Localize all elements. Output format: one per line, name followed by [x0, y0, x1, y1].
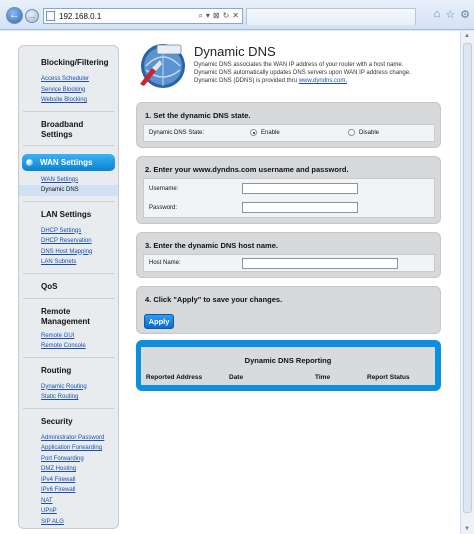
sidebar-link-port-forwarding[interactable]: Port Forwarding: [19, 454, 118, 465]
forward-icon[interactable]: →: [25, 9, 39, 23]
step1-panel: 1. Set the dynamic DNS state. Dynamic DN…: [136, 102, 441, 148]
section-title-wan: WAN Settings: [40, 157, 93, 167]
ddns-reporting-panel: Dynamic DNS Reporting Reported Address D…: [136, 340, 441, 391]
divider: [23, 356, 114, 358]
sidebar-link-upnp[interactable]: UPnP: [19, 506, 118, 517]
column-reported-address: Reported Address: [146, 374, 203, 381]
divider: [23, 110, 114, 112]
divider: [23, 200, 114, 202]
description-line: Dynamic DNS associates the WAN IP addres…: [194, 62, 404, 68]
address-bar[interactable]: 192.168.0.1 ⌕ ▾ ⊠ ↻ ✕: [43, 8, 243, 24]
column-date: Date: [229, 374, 244, 381]
password-input[interactable]: [242, 202, 358, 213]
divider: [23, 272, 114, 274]
enable-radio[interactable]: [250, 129, 257, 136]
section-title-broadband[interactable]: Broadband Settings: [19, 120, 89, 140]
sidebar-link-dhcp-settings[interactable]: DHCP Settings: [19, 226, 118, 237]
username-input[interactable]: [242, 183, 358, 194]
browser-toolbar: ← → 192.168.0.1 ⌕ ▾ ⊠ ↻ ✕ ⌂ ☆ ⚙: [0, 0, 474, 30]
sidebar-link-ipv6-firewall[interactable]: IPv6 Firewall: [19, 485, 118, 496]
stop-icon[interactable]: ✕: [232, 11, 239, 21]
description-line: Dynamic DNS automatically updates DNS se…: [194, 70, 411, 76]
dynamic-dns-logo-icon: [140, 44, 185, 88]
divider: [23, 407, 114, 409]
address-url[interactable]: 192.168.0.1: [59, 12, 198, 21]
step3-panel: 3. Enter the dynamic DNS host name. Host…: [136, 232, 441, 278]
section-title-blocking: Blocking/Filtering: [41, 58, 109, 67]
sidebar-link-nat[interactable]: NAT: [19, 496, 118, 507]
bullet-icon: [26, 158, 33, 166]
password-label: Password:: [149, 205, 178, 211]
step2-panel: 2. Enter your www.dyndns.com username an…: [136, 156, 441, 224]
dyndns-link[interactable]: www.dyndns.com.: [299, 78, 347, 84]
column-time: Time: [315, 374, 331, 381]
ddns-state-label: Dynamic DNS State:: [149, 130, 205, 136]
enable-label[interactable]: Enable: [261, 130, 280, 136]
search-icon[interactable]: ⌕: [198, 11, 202, 21]
apply-button[interactable]: Apply: [144, 314, 174, 329]
sidebar-link-access-scheduler[interactable]: Access Scheduler: [19, 74, 118, 85]
sidebar-link-sip-alg[interactable]: SIP ALG: [19, 517, 118, 528]
description-text: Dynamic DNS (DDNS) is provided thru: [194, 78, 299, 84]
section-wan-active[interactable]: WAN Settings: [22, 153, 115, 171]
host-name-row: Host Name:: [143, 254, 435, 272]
step3-title: 3. Enter the dynamic DNS host name.: [145, 241, 278, 250]
sidebar-link-service-blocking[interactable]: Service Blocking: [19, 85, 118, 96]
section-title-remote[interactable]: Remote Management: [19, 307, 95, 327]
ddns-state-row: Dynamic DNS State: Enable Disable: [143, 124, 435, 142]
page-description: Dynamic DNS associates the WAN IP addres…: [194, 61, 424, 85]
disable-radio[interactable]: [348, 129, 355, 136]
sidebar-link-admin-password[interactable]: Administrator Password: [19, 433, 118, 444]
vertical-scrollbar[interactable]: ▲ ▼: [460, 31, 474, 534]
compatibility-icon[interactable]: ⊠: [213, 11, 220, 21]
page-title: Dynamic DNS: [194, 44, 276, 59]
back-icon[interactable]: ←: [6, 7, 23, 24]
sidebar-link-lan-subnets[interactable]: LAN Subnets: [19, 257, 118, 268]
host-name-label: Host Name:: [149, 260, 181, 266]
ddns-reporting-table: Dynamic DNS Reporting Reported Address D…: [141, 347, 435, 385]
sidebar-link-website-blocking[interactable]: Website Blocking: [19, 95, 118, 106]
username-label: Username:: [149, 186, 179, 192]
section-title-qos[interactable]: QoS: [19, 282, 118, 292]
step4-title: 4. Click "Apply" to save your changes.: [145, 295, 283, 304]
refresh-icon[interactable]: ↻: [223, 11, 230, 21]
sidebar-link-remote-console[interactable]: Remote Console: [19, 341, 118, 352]
credentials-box: Username: Password:: [143, 178, 435, 218]
sidebar-link-wan-settings[interactable]: WAN Settings: [19, 175, 118, 186]
sidebar-link-remote-gui[interactable]: Remote GUI: [19, 331, 118, 342]
step4-panel: 4. Click "Apply" to save your changes. A…: [136, 286, 441, 334]
sidebar-link-dhcp-reservation[interactable]: DHCP Reservation: [19, 236, 118, 247]
divider: [23, 297, 114, 299]
sidebar: Blocking/Filtering Access Scheduler Serv…: [18, 45, 119, 529]
disable-label[interactable]: Disable: [359, 130, 379, 136]
browser-tab[interactable]: [246, 8, 416, 25]
star-icon[interactable]: ☆: [445, 8, 455, 21]
sidebar-link-dns-host-mapping[interactable]: DNS Host Mapping: [19, 247, 118, 258]
dropdown-icon[interactable]: ▾: [206, 11, 210, 21]
scroll-down-icon[interactable]: ▼: [464, 526, 470, 532]
step2-title: 2. Enter your www.dyndns.com username an…: [145, 165, 349, 174]
scrollbar-thumb[interactable]: [463, 43, 472, 513]
section-title-lan[interactable]: LAN Settings: [19, 210, 118, 220]
sidebar-link-static-routing[interactable]: Static Routing: [19, 392, 118, 403]
host-name-input[interactable]: [242, 258, 398, 269]
column-report-status: Report Status: [367, 374, 410, 381]
sidebar-link-ipv4-firewall[interactable]: IPv4 Firewall: [19, 475, 118, 486]
description-line: Dynamic DNS (DDNS) is provided thru www.…: [194, 77, 424, 85]
scroll-up-icon[interactable]: ▲: [464, 33, 470, 39]
home-icon[interactable]: ⌂: [434, 8, 441, 21]
sidebar-link-dmz-hosting[interactable]: DMZ Hosting: [19, 464, 118, 475]
divider: [23, 144, 114, 146]
sidebar-link-dynamic-routing[interactable]: Dynamic Routing: [19, 382, 118, 393]
sidebar-link-dynamic-dns[interactable]: Dynamic DNS: [19, 185, 118, 196]
step1-title: 1. Set the dynamic DNS state.: [145, 111, 251, 120]
sidebar-link-application-forwarding[interactable]: Application Forwarding: [19, 443, 118, 454]
section-title-security[interactable]: Security: [19, 417, 118, 427]
reporting-title: Dynamic DNS Reporting: [244, 356, 332, 365]
gear-icon[interactable]: ⚙: [460, 8, 470, 21]
section-title-routing[interactable]: Routing: [19, 366, 118, 376]
page-icon: [46, 11, 55, 21]
